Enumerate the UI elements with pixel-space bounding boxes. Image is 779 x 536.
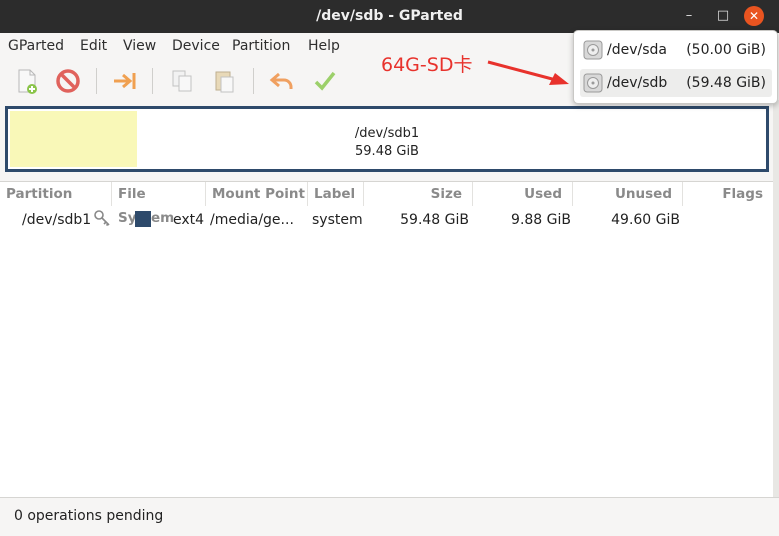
cell-mount-point: /media/ge... bbox=[210, 212, 294, 228]
maximize-button[interactable]: □ bbox=[713, 6, 733, 26]
harddisk-icon bbox=[583, 73, 603, 93]
device-name: /dev/sdb bbox=[607, 75, 668, 91]
delete-icon[interactable] bbox=[53, 66, 83, 96]
menu-device[interactable]: Device bbox=[172, 33, 220, 60]
menu-help[interactable]: Help bbox=[308, 33, 340, 60]
harddisk-icon bbox=[583, 40, 603, 60]
device-size: (59.48 GiB) bbox=[686, 75, 766, 91]
cell-unused: 49.60 GiB bbox=[611, 212, 680, 228]
device-size: (50.00 GiB) bbox=[686, 42, 766, 58]
device-name: /dev/sda bbox=[607, 42, 667, 58]
menu-edit[interactable]: Edit bbox=[80, 33, 107, 60]
column-header-used[interactable]: Used bbox=[473, 182, 573, 206]
resize-move-icon[interactable] bbox=[110, 66, 140, 96]
apply-icon[interactable] bbox=[310, 66, 340, 96]
title-bar: /dev/sdb - GParted – □ ✕ bbox=[0, 0, 779, 33]
cell-filesystem: ext4 bbox=[173, 212, 205, 228]
column-header-partition[interactable]: Partition bbox=[0, 182, 112, 206]
toolbar-separator bbox=[96, 68, 97, 94]
diskmap-size-label: 59.48 GiB bbox=[355, 144, 419, 159]
menu-view[interactable]: View bbox=[123, 33, 156, 60]
scrollbar-track[interactable] bbox=[773, 100, 779, 497]
column-header-flags[interactable]: Flags bbox=[683, 182, 773, 206]
device-item-sdb[interactable]: /dev/sdb (59.48 GiB) bbox=[580, 69, 772, 97]
copy-icon[interactable] bbox=[167, 66, 197, 96]
cell-size: 59.48 GiB bbox=[400, 212, 469, 228]
annotation-label: 64G-SD卡 bbox=[381, 54, 473, 76]
column-header-mount-point[interactable]: Mount Point bbox=[206, 182, 308, 206]
key-icon bbox=[93, 209, 111, 229]
undo-icon[interactable] bbox=[267, 66, 297, 96]
window-title: /dev/sdb - GParted bbox=[316, 8, 463, 24]
menu-gparted[interactable]: GParted bbox=[8, 33, 64, 60]
new-partition-icon[interactable] bbox=[12, 66, 42, 96]
menu-partition[interactable]: Partition bbox=[232, 33, 290, 60]
cell-partition: /dev/sdb1 bbox=[22, 212, 92, 228]
diskmap-partition-label: /dev/sdb1 bbox=[354, 126, 420, 141]
column-header-unused[interactable]: Unused bbox=[573, 182, 683, 206]
device-popup: /dev/sda (50.00 GiB) /dev/sdb (59.48 GiB… bbox=[573, 30, 778, 104]
filesystem-color-swatch bbox=[135, 211, 151, 227]
cell-label: system bbox=[312, 212, 363, 228]
column-header-label[interactable]: Label bbox=[308, 182, 364, 206]
minimize-button[interactable]: – bbox=[679, 6, 699, 26]
column-header-size[interactable]: Size bbox=[364, 182, 473, 206]
partition-table: Partition File System Mount Point Label … bbox=[0, 181, 773, 498]
device-item-sda[interactable]: /dev/sda (50.00 GiB) bbox=[580, 36, 772, 64]
toolbar-separator bbox=[253, 68, 254, 94]
disk-map[interactable]: /dev/sdb1 59.48 GiB bbox=[5, 106, 769, 172]
cell-used: 9.88 GiB bbox=[511, 212, 571, 228]
close-button[interactable]: ✕ bbox=[744, 6, 764, 26]
status-bar: 0 operations pending bbox=[0, 497, 779, 536]
column-header-file-system[interactable]: File System bbox=[112, 182, 206, 226]
paste-icon[interactable] bbox=[210, 66, 240, 96]
status-text: 0 operations pending bbox=[14, 508, 164, 524]
toolbar-separator bbox=[152, 68, 153, 94]
